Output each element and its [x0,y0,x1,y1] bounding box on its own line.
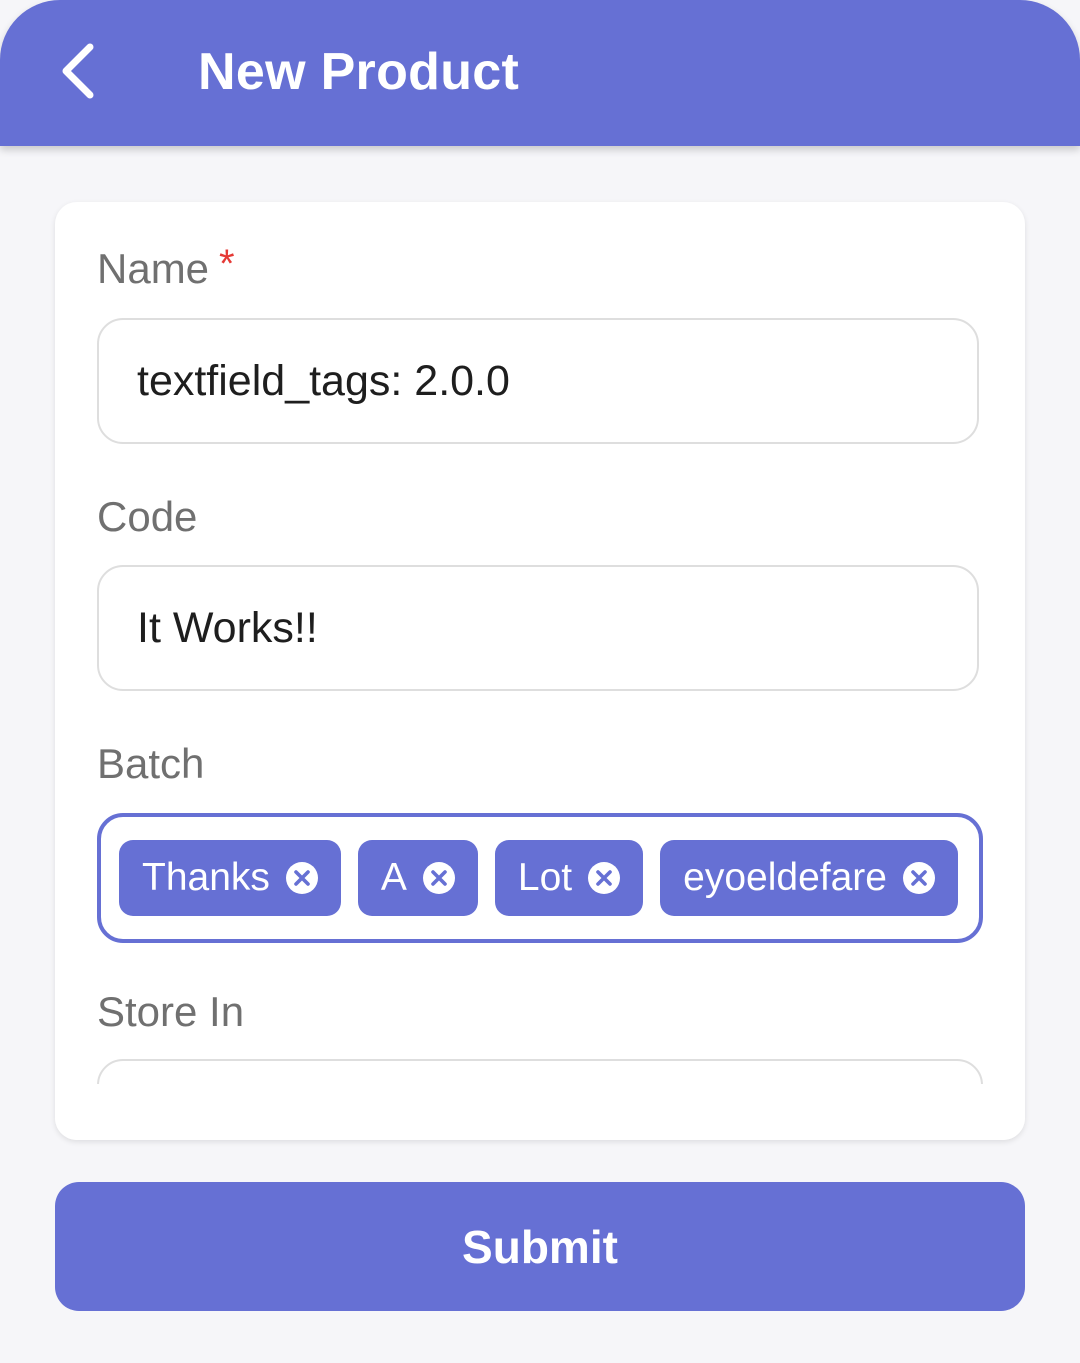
tag-chip-eyoeldefare[interactable]: eyoeldefare [660,840,958,916]
name-label: Name * [97,242,235,295]
submit-button[interactable]: Submit [55,1182,1025,1311]
app-bar: New Product [0,0,1080,146]
required-marker: * [219,242,235,286]
close-circle-icon[interactable] [902,861,936,895]
tag-label: A [380,856,407,899]
name-field[interactable] [97,318,979,444]
tag-label: Lot [517,856,573,899]
back-button[interactable] [48,36,108,106]
chevron-left-icon [62,43,94,99]
batch-label: Batch [97,740,205,787]
submit-label: Submit [462,1220,618,1273]
code-field[interactable] [97,565,979,691]
tag-label: Thanks [142,856,270,899]
store-in-label: Store In [97,988,245,1035]
product-form-card: Name* Code Batch Thanks A Lot eyoeldefar… [55,202,1025,1140]
batch-tags-field[interactable]: Thanks A Lot eyoeldefare [97,813,983,943]
tag-chip-thanks[interactable]: Thanks [119,840,341,916]
page-title: New Product [198,43,520,101]
tag-label: eyoeldefare [683,856,887,899]
name-label-text: Name [97,245,210,292]
tag-chip-a[interactable]: A [357,840,478,916]
card-bottom-padding [55,1084,1025,1140]
tag-chip-lot[interactable]: Lot [494,840,644,916]
close-circle-icon[interactable] [587,861,621,895]
close-circle-icon[interactable] [285,861,319,895]
code-label: Code [97,493,198,540]
close-circle-icon[interactable] [422,861,456,895]
